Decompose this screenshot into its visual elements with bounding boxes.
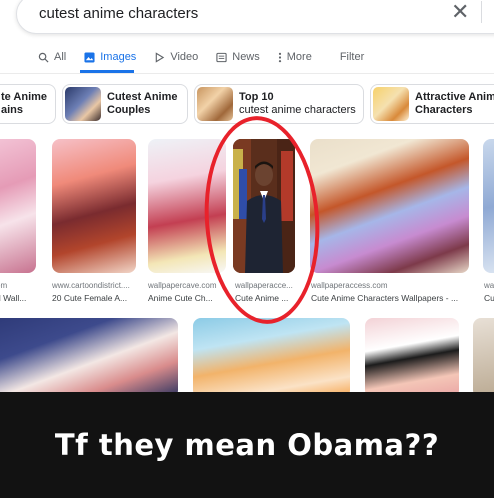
search-bar[interactable]: cutest anime characters ✕	[16, 0, 494, 34]
image-result[interactable]	[193, 318, 350, 398]
image-result[interactable]	[310, 139, 469, 273]
tab-label: Images	[100, 51, 137, 63]
result-source: om	[0, 281, 8, 290]
chip-title: Top 10	[239, 91, 274, 103]
chip-title: Cutest Anime	[107, 91, 178, 103]
meme-caption: Tf they mean Obama??	[54, 428, 440, 462]
chip-thumbnail	[373, 87, 409, 121]
result-title[interactable]: Cu	[484, 293, 494, 303]
result-source: wallpapercave.com	[148, 281, 217, 290]
chip-subtitle: Characters	[415, 104, 473, 116]
tab-news[interactable]: News	[216, 51, 260, 63]
chip-thumbnail	[197, 87, 233, 121]
chip-subtitle: Couples	[107, 104, 151, 116]
search-tabs: All Images Video News More Filter	[38, 47, 382, 67]
image-result[interactable]	[52, 139, 136, 273]
image-result[interactable]	[365, 318, 459, 398]
search-icon	[38, 52, 49, 63]
tab-more[interactable]: More	[278, 51, 312, 63]
chip-subtitle: cutest anime characters	[239, 104, 356, 116]
chip-subtitle: ains	[1, 104, 24, 116]
chip-title: te Anime	[1, 91, 48, 103]
image-result[interactable]	[473, 318, 494, 398]
chip-thumbnail	[65, 87, 101, 121]
image-result[interactable]	[0, 318, 178, 398]
related-search-chip[interactable]: Top 10 cutest anime characters	[194, 84, 364, 124]
more-icon	[278, 52, 281, 62]
divider	[0, 73, 494, 74]
close-icon[interactable]: ✕	[451, 0, 469, 25]
tab-video[interactable]: Video	[154, 51, 198, 63]
tab-all[interactable]: All	[38, 51, 66, 63]
result-title[interactable]: Anime Cute Ch...	[148, 293, 213, 303]
result-title[interactable]: 20 Cute Female A...	[52, 293, 127, 303]
result-title[interactable]: rl Wall...	[0, 293, 26, 303]
tab-label: News	[232, 51, 260, 63]
image-icon	[84, 51, 95, 63]
tab-label: Filter	[339, 51, 365, 63]
result-title[interactable]: Cute Anime Characters Wallpapers - ...	[311, 293, 458, 303]
image-result[interactable]	[0, 139, 36, 273]
divider	[481, 1, 482, 23]
image-result[interactable]	[483, 139, 494, 273]
tab-label: All	[54, 51, 67, 63]
result-source: www.cartoondistrict....	[52, 281, 130, 290]
play-icon	[156, 51, 165, 63]
chip-title: Attractive Anime	[415, 91, 494, 103]
result-source: wa	[484, 281, 494, 290]
tab-filter[interactable]: Filter	[340, 51, 364, 63]
related-search-chip[interactable]: te Anime ains	[0, 84, 56, 124]
tab-label: Video	[170, 51, 199, 63]
tab-images[interactable]: Images	[84, 51, 136, 63]
result-source: wallpaperaccess.com	[311, 281, 388, 290]
related-search-chip[interactable]: Attractive Anime Characters	[370, 84, 494, 124]
tab-label: More	[286, 51, 312, 63]
news-icon	[216, 52, 227, 62]
related-search-chip[interactable]: Cutest Anime Couples	[62, 84, 188, 124]
search-input[interactable]: cutest anime characters	[39, 5, 198, 22]
